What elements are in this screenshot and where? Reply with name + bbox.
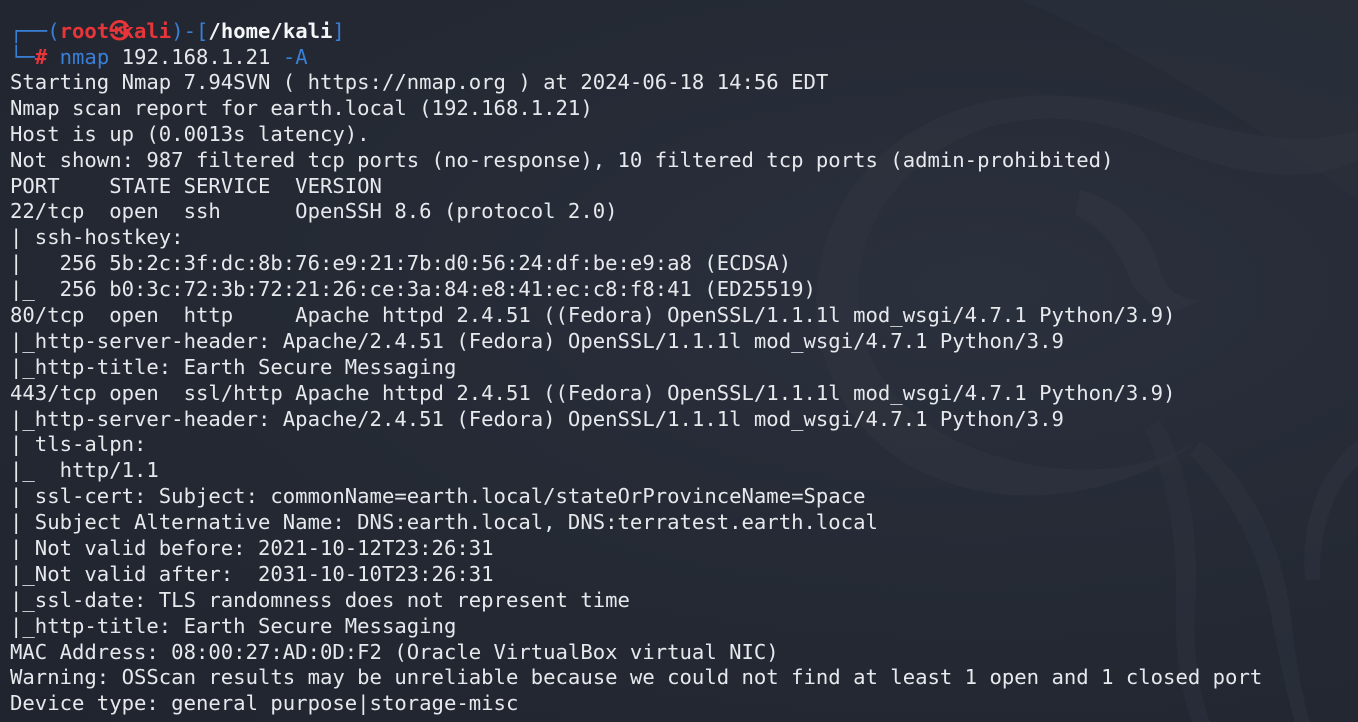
prompt-corner: └─: [10, 45, 35, 69]
kali-skull-icon: ㉿: [109, 19, 130, 43]
output-line: 443/tcp open ssl/http Apache httpd 2.4.5…: [10, 380, 1176, 405]
output-line: 22/tcp open ssh OpenSSH 8.6 (protocol 2.…: [10, 199, 618, 224]
output-line: |_http-server-header: Apache/2.4.51 (Fed…: [10, 328, 1064, 353]
output-line: Not shown: 987 filtered tcp ports (no-re…: [10, 147, 1114, 172]
output-line: Device type: general purpose|storage-mis…: [10, 691, 519, 716]
output-line: Warning: OSScan results may be unreliabl…: [10, 665, 1263, 690]
command-flag: -A: [282, 45, 308, 69]
prompt-user: root: [59, 19, 110, 43]
output-line: | Not valid before: 2021-10-12T23:26:31: [10, 536, 494, 561]
prompt-host: kali: [121, 19, 172, 43]
prompt-separator: )-[: [171, 19, 209, 43]
terminal-output: Starting Nmap 7.94SVN ( https://nmap.org…: [10, 70, 1262, 717]
output-line: |_Not valid after: 2031-10-10T23:26:31: [10, 561, 494, 586]
output-line: | tls-alpn:: [10, 432, 159, 457]
output-line: |_ 256 b0:3c:72:3b:72:21:26:ce:3a:84:e8:…: [10, 277, 816, 302]
prompt-bracket-open: ┌──(: [10, 19, 60, 43]
prompt-bracket-close: ]: [332, 19, 345, 43]
command-target: 192.168.1.21: [121, 45, 271, 69]
command-name: nmap: [59, 45, 110, 69]
output-line: |_ssl-date: TLS randomness does not repr…: [10, 587, 630, 612]
output-line: Starting Nmap 7.94SVN ( https://nmap.org…: [10, 70, 829, 94]
output-line: |_http-title: Earth Secure Messaging: [10, 354, 457, 379]
command-line[interactable]: └─# nmap 192.168.1.21 -A: [10, 45, 308, 71]
output-line: | ssh-hostkey:: [10, 225, 196, 250]
output-line: | Subject Alternative Name: DNS:earth.lo…: [10, 510, 878, 535]
output-line: MAC Address: 08:00:27:AD:0D:F2 (Oracle V…: [10, 639, 779, 664]
output-line: Nmap scan report for earth.local (192.16…: [10, 95, 593, 120]
output-line: PORT STATE SERVICE VERSION: [10, 173, 382, 198]
output-line: | ssl-cert: Subject: commonName=earth.lo…: [10, 484, 866, 509]
output-line: |_http-server-header: Apache/2.4.51 (Fed…: [10, 406, 1064, 431]
output-line: |_http-title: Earth Secure Messaging: [10, 613, 457, 638]
output-line: 80/tcp open http Apache httpd 2.4.51 ((F…: [10, 303, 1176, 328]
prompt-hash: #: [34, 45, 48, 69]
output-line: |_ http/1.1: [10, 458, 159, 483]
output-line: | 256 5b:2c:3f:dc:8b:76:e9:21:7b:d0:56:2…: [10, 251, 792, 276]
prompt-cwd: /home/kali: [208, 19, 333, 43]
prompt-header-line: ┌──(root㉿kali)-[/home/kali]: [10, 19, 345, 45]
output-line: Host is up (0.0013s latency).: [10, 121, 370, 146]
terminal-window[interactable]: ┌──(root㉿kali)-[/home/kali] └─# nmap 192…: [0, 0, 1358, 722]
